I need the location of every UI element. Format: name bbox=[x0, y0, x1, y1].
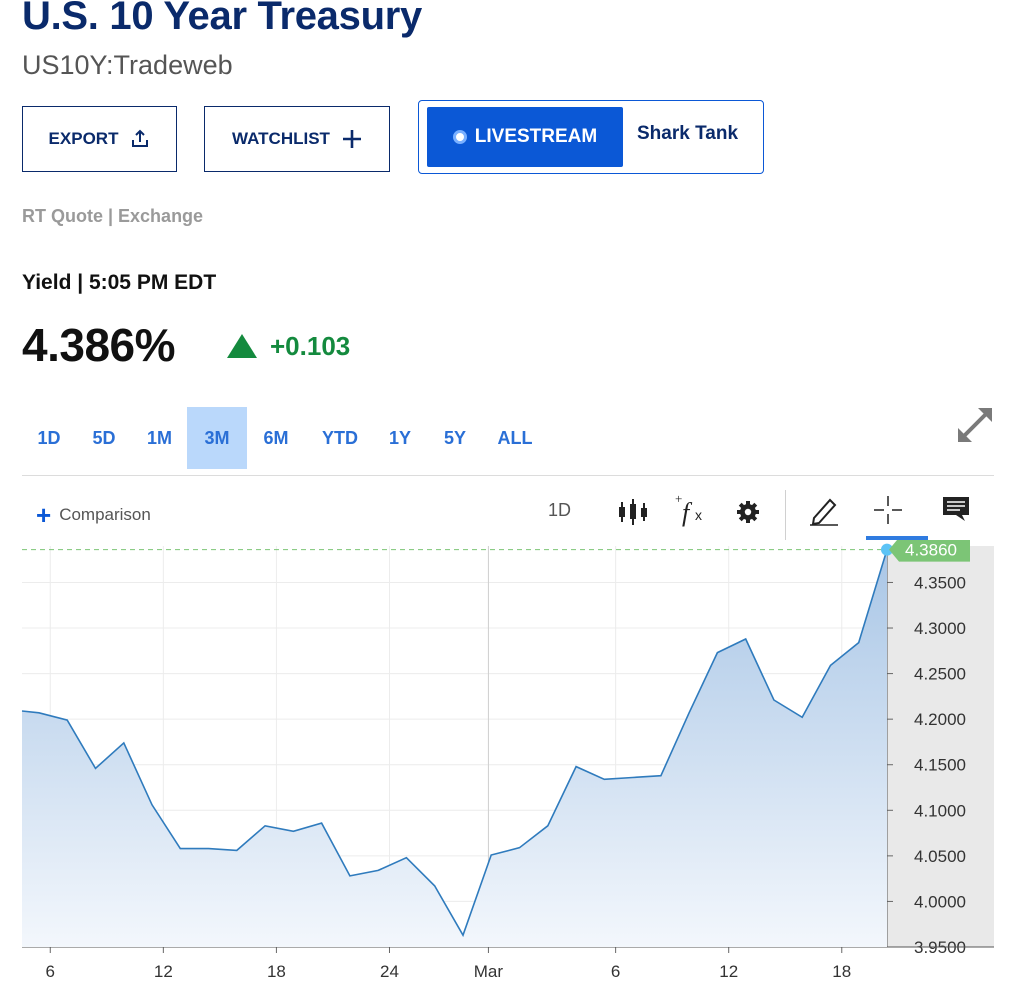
comment-icon[interactable] bbox=[942, 496, 970, 527]
candlestick-icon[interactable] bbox=[617, 498, 649, 531]
expand-icon[interactable] bbox=[954, 404, 996, 451]
y-tick-label: 4.0500 bbox=[914, 847, 966, 866]
crosshair-icon[interactable] bbox=[874, 496, 902, 529]
up-arrow-icon bbox=[227, 334, 257, 358]
x-tick-label: 12 bbox=[154, 962, 173, 981]
y-axis-panel bbox=[887, 546, 994, 947]
export-button[interactable]: EXPORT bbox=[22, 106, 177, 172]
livestream-button[interactable]: LIVESTREAM bbox=[427, 107, 623, 167]
share-icon bbox=[130, 129, 150, 149]
range-tab-6m[interactable]: 6M bbox=[247, 407, 305, 469]
watchlist-button[interactable]: WATCHLIST bbox=[204, 106, 390, 172]
x-tick-label: 18 bbox=[267, 962, 286, 981]
comparison-button[interactable]: + Comparison bbox=[36, 500, 151, 530]
range-tab-1d[interactable]: 1D bbox=[22, 407, 76, 469]
ticker-symbol: US10Y:Tradeweb bbox=[22, 50, 233, 80]
y-tick-label: 4.3500 bbox=[914, 573, 966, 592]
function-icon[interactable]: + f x bbox=[675, 491, 709, 532]
period-selector[interactable]: 1D bbox=[548, 500, 571, 521]
range-tab-1m[interactable]: 1M bbox=[132, 407, 187, 469]
page-title: U.S. 10 Year Treasury bbox=[22, 0, 422, 38]
range-tab-3m[interactable]: 3M bbox=[187, 407, 247, 469]
yield-label: Yield | 5:05 PM EDT bbox=[22, 271, 217, 294]
range-tab-5d[interactable]: 5D bbox=[76, 407, 132, 469]
y-tick-label: 4.2500 bbox=[914, 665, 966, 684]
x-tick-label: 12 bbox=[719, 962, 738, 981]
x-tick-label: 24 bbox=[380, 962, 399, 981]
add-icon: + bbox=[36, 500, 52, 530]
y-tick-label: 4.2000 bbox=[914, 710, 966, 729]
y-tick-label: 4.0000 bbox=[914, 892, 966, 911]
y-tick-label: 4.1000 bbox=[914, 801, 966, 820]
toolbar-separator bbox=[785, 490, 786, 540]
plus-icon bbox=[342, 129, 362, 149]
livestream-widget: LIVESTREAM Shark Tank bbox=[418, 100, 764, 174]
range-tab-all[interactable]: ALL bbox=[485, 407, 545, 469]
y-tick-label: 4.1500 bbox=[914, 756, 966, 775]
range-tab-5y[interactable]: 5Y bbox=[425, 407, 485, 469]
yield-chart: 4.3500 4.3000 4.2500 4.2000 4.1500 4.1000 4.05… bbox=[21, 540, 994, 981]
pencil-icon[interactable] bbox=[808, 494, 840, 531]
quote-source: RT Quote | Exchange bbox=[22, 206, 204, 226]
svg-text:x: x bbox=[695, 507, 702, 523]
watchlist-label: WATCHLIST bbox=[232, 129, 330, 148]
live-dot-icon bbox=[452, 130, 467, 144]
last-price: 4.386% bbox=[22, 319, 176, 371]
x-tick-label: 6 bbox=[46, 962, 55, 981]
show-link[interactable]: Shark Tank bbox=[637, 123, 738, 145]
x-tick-label: Mar bbox=[474, 962, 504, 981]
series-area bbox=[22, 549, 887, 947]
range-tab-1y[interactable]: 1Y bbox=[375, 407, 425, 469]
svg-text:f: f bbox=[682, 498, 693, 527]
last-price-label: 4.3860 bbox=[905, 541, 957, 560]
y-tick-label: 4.3000 bbox=[914, 619, 966, 638]
range-tab-ytd[interactable]: YTD bbox=[305, 407, 375, 469]
chart-toolbar-divider bbox=[22, 475, 994, 476]
export-label: EXPORT bbox=[48, 129, 119, 148]
x-tick-label: 18 bbox=[832, 962, 851, 981]
gear-icon[interactable] bbox=[736, 500, 760, 529]
livestream-label: LIVESTREAM bbox=[474, 126, 598, 147]
x-tick-label: 6 bbox=[611, 962, 620, 981]
comparison-label: Comparison bbox=[59, 505, 151, 524]
price-change: +0.103 bbox=[270, 331, 351, 361]
